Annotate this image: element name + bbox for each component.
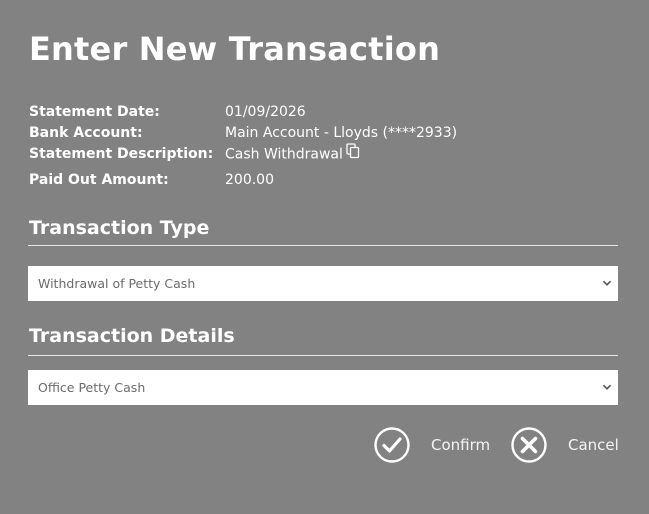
bank-account-value: Main Account - Lloyds (****2933) [225,125,458,141]
cancel-label: Cancel [568,436,619,454]
cancel-button[interactable]: Cancel [510,426,619,464]
copy-icon[interactable] [346,143,360,163]
transaction-details-heading: Transaction Details [29,325,235,347]
transaction-details-selected: Office Petty Cash [38,380,146,395]
transaction-type-divider [28,245,618,246]
chevron-down-icon [602,384,612,390]
statement-description-value-wrap: Cash Withdrawal [225,143,360,163]
confirm-label: Confirm [431,436,491,454]
paid-out-amount-value: 200.00 [225,172,274,188]
transaction-type-select[interactable]: Withdrawal of Petty Cash [28,266,618,301]
transaction-type-heading: Transaction Type [29,217,210,239]
x-circle-icon [511,427,547,463]
statement-description-label: Statement Description: [29,146,214,162]
transaction-type-selected: Withdrawal of Petty Cash [38,276,196,291]
page-title: Enter New Transaction [29,30,441,68]
statement-date-value: 01/09/2026 [225,104,306,120]
bank-account-label: Bank Account: [29,125,143,141]
statement-date-label: Statement Date: [29,104,160,120]
paid-out-amount-label: Paid Out Amount: [29,172,169,188]
statement-description-value: Cash Withdrawal [225,146,343,163]
transaction-details-select[interactable]: Office Petty Cash [28,370,618,405]
transaction-details-divider [28,355,618,356]
check-circle-icon [374,427,410,463]
chevron-down-icon [602,280,612,286]
confirm-button[interactable]: Confirm [373,426,490,464]
